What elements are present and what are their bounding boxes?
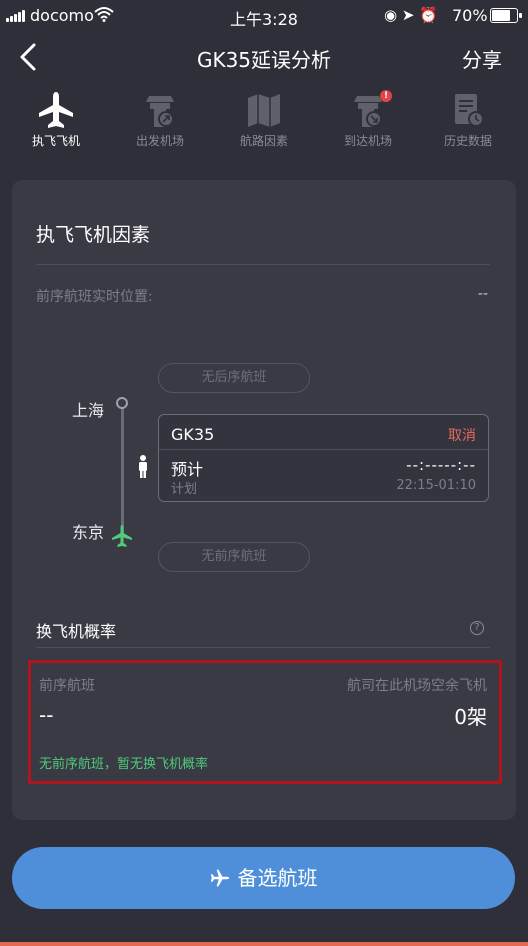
alternative-flights-label: 备选航班 <box>237 866 318 890</box>
tab-label: 到达机场 <box>343 134 392 148</box>
estimate-label: 预计 <box>171 460 204 479</box>
change-probability-title: 换飞机概率 <box>36 622 117 641</box>
route-map-icon <box>244 90 284 130</box>
estimate-value: --:-----:-- <box>406 456 476 474</box>
tab-arrival-airport[interactable]: ! 到达机场 <box>318 84 418 154</box>
status-time: 上午3:28 <box>230 10 298 29</box>
card-title: 执飞飞机因素 <box>36 224 151 246</box>
departure-tower-icon <box>140 90 180 130</box>
prev-flight-value: -- <box>39 703 54 727</box>
person-icon <box>137 455 149 479</box>
destination-city: 东京 <box>72 523 105 542</box>
tab-label: 出发机场 <box>135 134 184 148</box>
signal-icon <box>6 10 26 22</box>
history-clock-icon <box>448 90 488 130</box>
flight-number: GK35 <box>171 425 215 444</box>
probability-box: 前序航班 航司在此机场空余飞机 -- 0架 无前序航班，暂无换飞机概率 <box>28 660 502 784</box>
battery-percent: 70% <box>452 6 488 25</box>
flight-status: 取消 <box>448 428 476 444</box>
origin-dot <box>116 397 128 409</box>
plan-label: 计划 <box>171 482 198 497</box>
orientation-lock-icon: ◉ <box>384 6 398 24</box>
realtime-position-value: -- <box>477 286 488 302</box>
tab-aircraft[interactable]: 执飞飞机 <box>6 84 106 154</box>
spare-aircraft-label: 航司在此机场空余飞机 <box>347 678 487 694</box>
tab-label: 历史数据 <box>443 134 492 148</box>
airplane-icon <box>210 850 230 887</box>
battery-fill <box>492 10 511 21</box>
status-bar: docomo 上午3:28 ◉ ➤ ⏰ 70% <box>0 0 528 32</box>
next-flight-pill: 无后序航班 <box>158 363 310 393</box>
help-icon[interactable]: ? <box>470 621 484 635</box>
nav-bar: GK35延误分析 分享 <box>0 32 528 82</box>
prev-flight-pill: 无前序航班 <box>158 542 310 572</box>
system-icons: ◉ ➤ ⏰ <box>384 6 438 24</box>
battery-icon <box>490 8 522 23</box>
tab-label: 执飞飞机 <box>31 134 80 148</box>
tab-departure-airport[interactable]: 出发机场 <box>110 84 210 154</box>
carrier-name: docomo <box>30 6 94 25</box>
route-line <box>121 403 124 533</box>
page-title: GK35延误分析 <box>196 48 332 72</box>
airplane-icon <box>36 90 76 130</box>
aircraft-factor-card: 执飞飞机因素 前序航班实时位置: -- 无后序航班 上海 东京 GK35 取消 … <box>12 180 516 820</box>
realtime-position-label: 前序航班实时位置: <box>36 289 153 305</box>
flight-info-box[interactable]: GK35 取消 预计 --:-----:-- 计划 22:15-01:10 <box>158 414 489 502</box>
share-button[interactable]: 分享 <box>462 44 502 73</box>
divider <box>159 449 488 450</box>
alternative-flights-button[interactable]: 备选航班 <box>12 847 515 909</box>
plane-green-icon <box>110 524 134 548</box>
tab-bar: 执飞飞机 出发机场 航路因素 ! 到达机场 历史数据 <box>0 84 528 154</box>
spare-aircraft-value: 0架 <box>454 705 487 729</box>
plan-value: 22:15-01:10 <box>396 478 476 493</box>
alert-badge: ! <box>380 90 392 102</box>
origin-city: 上海 <box>72 401 105 420</box>
prev-flight-label: 前序航班 <box>39 678 95 694</box>
divider <box>36 647 490 648</box>
divider <box>36 264 490 265</box>
alarm-icon: ⏰ <box>419 6 438 24</box>
location-icon: ➤ <box>401 6 415 24</box>
wifi-icon <box>94 6 114 26</box>
bottom-edge-strip <box>0 942 528 946</box>
tab-history-data[interactable]: 历史数据 <box>418 84 518 154</box>
tab-route-factors[interactable]: 航路因素 <box>214 84 314 154</box>
probability-note: 无前序航班，暂无换飞机概率 <box>39 757 209 772</box>
tab-label: 航路因素 <box>239 134 288 148</box>
